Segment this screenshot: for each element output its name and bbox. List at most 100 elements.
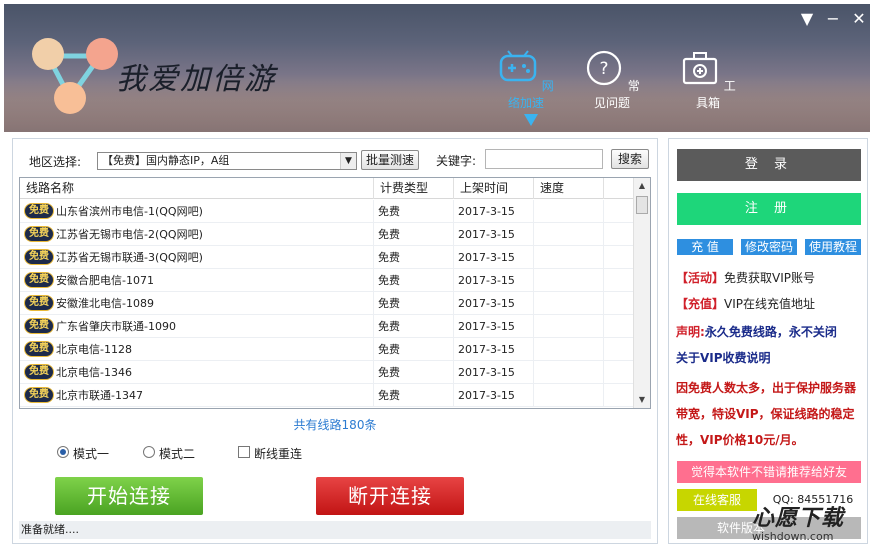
column-header-speed[interactable]: 速度 xyxy=(534,178,604,199)
cell-date: 2017-3-15 xyxy=(454,338,534,361)
watermark-brand: 心愿下载 xyxy=(752,505,845,531)
mode1-radio[interactable] xyxy=(57,446,69,458)
statement-label: 声明: xyxy=(676,325,705,339)
cell-text: 免费 xyxy=(378,251,400,264)
nav-network-accel[interactable]: 网络加速 xyxy=(494,50,558,111)
share-button[interactable]: 觉得本软件不错请推荐给好友 xyxy=(677,461,861,483)
activity-promo[interactable]: 【活动】免费获取VIP账号 xyxy=(676,265,862,291)
cell-text: 2017-3-15 xyxy=(458,320,515,333)
table-header: 线路名称 计费类型 上架时间 速度 xyxy=(20,178,634,199)
nav-toolbox[interactable]: 工具箱 xyxy=(676,50,740,111)
search-button[interactable]: 搜索 xyxy=(611,149,649,169)
recharge-promo[interactable]: 【充值】VIP在线充值地址 xyxy=(676,291,862,317)
column-header-date[interactable]: 上架时间 xyxy=(454,178,534,199)
customer-service-button[interactable]: 在线客服 xyxy=(677,489,757,511)
cell-text: 江苏省无锡市电信-2(QQ网吧) xyxy=(56,228,203,241)
cell-text: 江苏省无锡市联通-3(QQ网吧) xyxy=(56,251,203,264)
vertical-scrollbar[interactable]: ▲ ▼ xyxy=(633,178,650,408)
mode2-radio[interactable] xyxy=(143,446,155,458)
close-button[interactable]: ✕ xyxy=(846,8,870,30)
tutorial-button[interactable]: 使用教程 xyxy=(805,239,861,255)
cell-text: 2017-3-15 xyxy=(458,228,515,241)
column-header-type[interactable]: 计费类型 xyxy=(374,178,454,199)
region-label: 地区选择: xyxy=(29,155,82,169)
vip-notice-link[interactable]: 关于VIP收费说明 xyxy=(676,345,862,371)
recharge-tag: 【充值】 xyxy=(676,297,725,311)
table-row[interactable]: 免费 江苏省无锡市联通-3(QQ网吧) 免费 2017-3-15 xyxy=(20,246,634,269)
cell-name: 免费 江苏省无锡市电信-2(QQ网吧) xyxy=(20,223,374,246)
scroll-thumb[interactable] xyxy=(636,196,648,214)
toolbox-icon xyxy=(683,52,718,85)
column-header-name[interactable]: 线路名称 xyxy=(20,178,374,199)
keyword-label: 关键字: xyxy=(436,154,477,168)
cell-date: 2017-3-15 xyxy=(454,246,534,269)
cell-text: 广东省肇庆市联通-1090 xyxy=(56,320,176,333)
cell-date: 2017-3-15 xyxy=(454,384,534,407)
free-badge-icon: 免费 xyxy=(24,203,54,219)
chevron-down-icon[interactable]: ▼ xyxy=(340,153,356,169)
gamepad-icon xyxy=(499,50,537,82)
mode1-label[interactable]: 模式一 xyxy=(73,445,109,462)
change-password-button[interactable]: 修改密码 xyxy=(741,239,797,255)
table-row[interactable]: 免费 江苏省无锡市电信-2(QQ网吧) 免费 2017-3-15 xyxy=(20,223,634,246)
batch-test-button[interactable]: 批量测速 xyxy=(361,150,419,170)
route-table: 线路名称 计费类型 上架时间 速度 免费 山东省滨州市电信-1(QQ网吧) 免费 20… xyxy=(19,177,651,409)
table-row[interactable]: 免费 北京电信-1346 免费 2017-3-15 xyxy=(20,361,634,384)
activity-tag: 【活动】 xyxy=(676,271,725,285)
keyword-input[interactable] xyxy=(485,149,603,169)
cell-text: 安徽淮北电信-1089 xyxy=(56,297,154,310)
cell-text: 2017-3-15 xyxy=(458,366,515,379)
cell-speed xyxy=(534,223,604,246)
cell-date: 2017-3-15 xyxy=(454,269,534,292)
activity-text[interactable]: 免费获取VIP账号 xyxy=(724,271,815,285)
cell-type: 免费 xyxy=(374,361,454,384)
reconnect-label[interactable]: 断线重连 xyxy=(254,445,302,462)
connect-button[interactable]: 开始连接 xyxy=(55,477,203,515)
table-row[interactable]: 免费 北京电信-1128 免费 2017-3-15 xyxy=(20,338,634,361)
cell-text: 免费 xyxy=(378,274,400,287)
cell-name: 免费 广东省肇庆市联通-1090 xyxy=(20,315,374,338)
scroll-up-icon[interactable]: ▲ xyxy=(634,178,650,194)
cell-type: 免费 xyxy=(374,246,454,269)
cell-speed xyxy=(534,384,604,407)
cell-text: 免费 xyxy=(378,320,400,333)
cell-speed xyxy=(534,246,604,269)
login-button[interactable]: 登 录 xyxy=(677,149,861,181)
mode2-label[interactable]: 模式二 xyxy=(159,445,195,462)
table-row[interactable]: 免费 广东省肇庆市联通-1090 免费 2017-3-15 xyxy=(20,315,634,338)
nav-faq[interactable]: ? 常见问题 xyxy=(580,50,644,111)
status-bar: 准备就绪.... xyxy=(19,521,651,539)
cell-speed xyxy=(534,361,604,384)
table-row[interactable]: 免费 北京市联通-1347 免费 2017-3-15 xyxy=(20,384,634,407)
table-row[interactable]: 免费 安徽淮北电信-1089 免费 2017-3-15 xyxy=(20,292,634,315)
recharge-text[interactable]: VIP在线充值地址 xyxy=(724,297,815,311)
minimize-button[interactable]: − xyxy=(820,8,846,30)
free-badge-icon: 免费 xyxy=(24,272,54,288)
cell-name: 免费 安徽合肥电信-1071 xyxy=(20,269,374,292)
reconnect-checkbox[interactable] xyxy=(238,446,250,458)
region-select-value: 【免费】国内静态IP，A组 xyxy=(102,154,230,167)
region-select[interactable]: 【免费】国内静态IP，A组 ▼ xyxy=(97,152,357,170)
cell-type: 免费 xyxy=(374,223,454,246)
cell-speed xyxy=(534,200,604,223)
menu-dropdown-icon[interactable]: ▼ xyxy=(794,8,820,30)
cell-name: 免费 北京电信-1128 xyxy=(20,338,374,361)
disconnect-button[interactable]: 断开连接 xyxy=(316,477,464,515)
cell-text: 免费 xyxy=(378,228,400,241)
svg-text:?: ? xyxy=(600,59,609,79)
scroll-down-icon[interactable]: ▼ xyxy=(634,392,650,408)
table-row[interactable]: 免费 山东省滨州市电信-1(QQ网吧) 免费 2017-3-15 xyxy=(20,200,634,223)
route-count: 共有线路180条 xyxy=(293,418,377,432)
register-button[interactable]: 注 册 xyxy=(677,193,861,225)
cell-text: 2017-3-15 xyxy=(458,389,515,402)
cell-type: 免费 xyxy=(374,200,454,223)
header-banner: ▼ − ✕ 我爱加倍游 网络加速 ? 常见问题 工具箱 xyxy=(4,4,870,132)
cell-date: 2017-3-15 xyxy=(454,315,534,338)
table-row[interactable]: 免费 安徽合肥电信-1071 免费 2017-3-15 xyxy=(20,269,634,292)
cell-name: 免费 北京市联通-1347 xyxy=(20,384,374,407)
recharge-button[interactable]: 充 值 xyxy=(677,239,733,255)
free-badge-icon: 免费 xyxy=(24,341,54,357)
cell-speed xyxy=(534,269,604,292)
watermark-logo: 心愿下载 wishdown.com xyxy=(752,500,864,544)
cell-text: 免费 xyxy=(378,389,400,402)
